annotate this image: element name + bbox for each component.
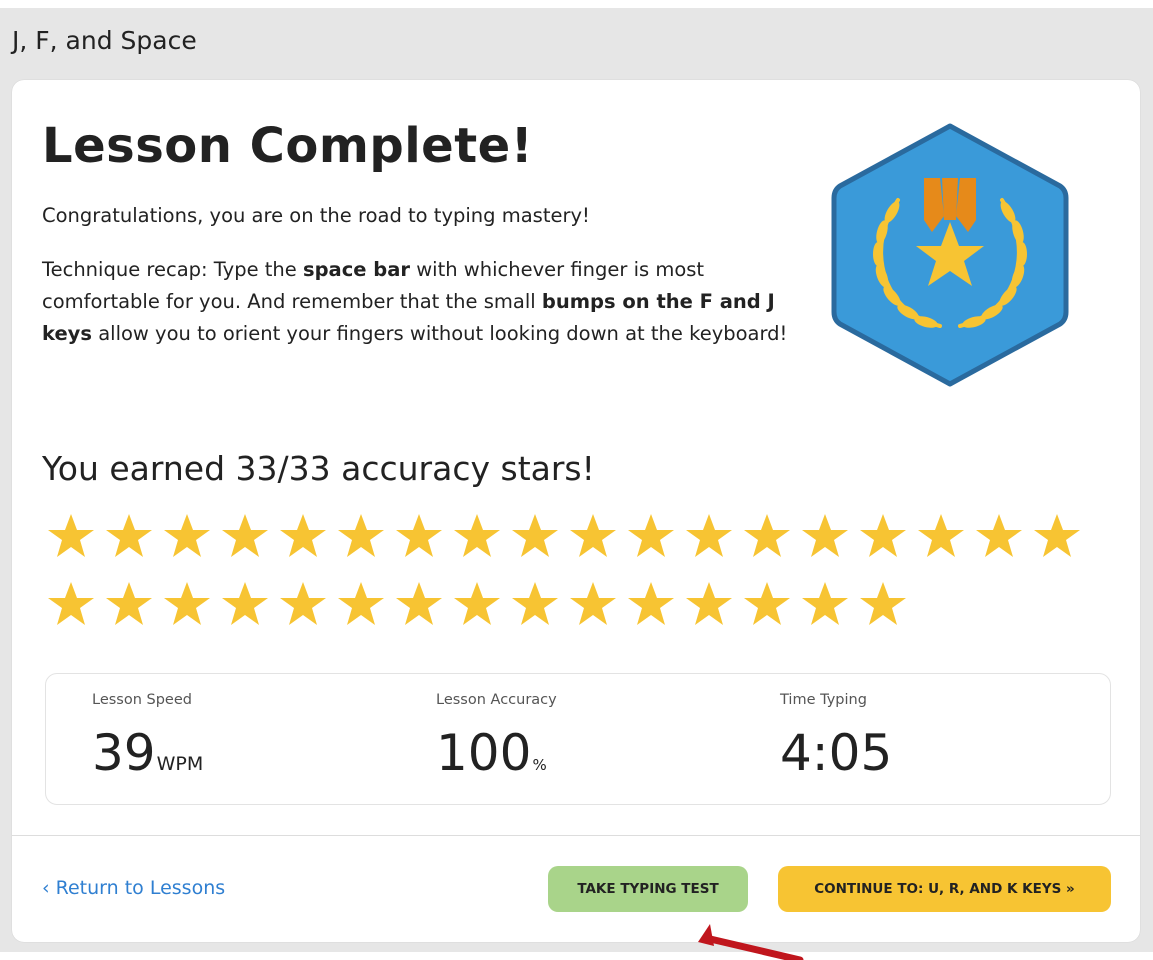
speed-number: 39 — [92, 724, 156, 782]
recap-text: Technique recap: Type the — [42, 258, 303, 281]
app-frame: J, F, and Space Lesson Complete! Congrat… — [0, 8, 1153, 960]
stat-accuracy-label: Lesson Accuracy — [436, 692, 557, 708]
accuracy-star-icon — [216, 510, 274, 562]
lesson-stats: Lesson Speed 39WPM Lesson Accuracy 100% … — [45, 673, 1111, 805]
accuracy-number: 100 — [436, 724, 532, 782]
accuracy-star-icon — [100, 510, 158, 562]
accuracy-star-icon — [912, 510, 970, 562]
recap-text: allow you to orient your fingers without… — [92, 322, 788, 345]
accuracy-star-icon — [854, 510, 912, 562]
continue-next-lesson-button[interactable]: CONTINUE TO: U, R, AND K KEYS » — [778, 866, 1111, 912]
accuracy-star-icon — [796, 510, 854, 562]
accuracy-star-icon — [738, 510, 796, 562]
accuracy-star-icon — [738, 578, 796, 630]
accuracy-star-icon — [158, 578, 216, 630]
stat-speed: Lesson Speed 39WPM — [92, 692, 203, 778]
accuracy-star-icon — [274, 510, 332, 562]
accuracy-star-icon — [390, 578, 448, 630]
accuracy-star-icon — [622, 510, 680, 562]
accuracy-star-icon — [680, 510, 738, 562]
accuracy-star-icon — [274, 578, 332, 630]
accuracy-star-icon — [564, 510, 622, 562]
stars-row-1 — [42, 510, 1086, 562]
accuracy-star-icon — [854, 578, 912, 630]
stat-speed-value: 39WPM — [92, 728, 203, 778]
congrats-text: Congratulations, you are on the road to … — [42, 204, 590, 227]
footer-divider — [12, 835, 1140, 836]
accuracy-star-icon — [506, 510, 564, 562]
accuracy-star-icon — [564, 578, 622, 630]
take-typing-test-button[interactable]: TAKE TYPING TEST — [548, 866, 748, 912]
stat-time-value: 4:05 — [780, 724, 893, 782]
technique-recap: Technique recap: Type the space bar with… — [42, 254, 802, 350]
accuracy-star-icon — [42, 578, 100, 630]
return-to-lessons-link[interactable]: ‹ Return to Lessons — [42, 879, 225, 898]
accuracy-star-icon — [1028, 510, 1086, 562]
stat-accuracy: Lesson Accuracy 100% — [436, 692, 557, 778]
accuracy-star-icon — [448, 578, 506, 630]
accuracy-star-icon — [100, 578, 158, 630]
recap-bold-space-bar: space bar — [302, 258, 411, 281]
accuracy-star-icon — [332, 510, 390, 562]
stat-speed-label: Lesson Speed — [92, 692, 192, 708]
accuracy-star-icon — [390, 510, 448, 562]
page-title: Lesson Complete! — [42, 118, 534, 174]
lesson-complete-card: Lesson Complete! Congratulations, you ar… — [12, 80, 1140, 942]
accuracy-star-icon — [448, 510, 506, 562]
window-title: J, F, and Space — [12, 26, 197, 55]
accuracy-star-icon — [42, 510, 100, 562]
speed-unit: WPM — [156, 753, 204, 775]
stat-time: Time Typing 4:05 — [780, 692, 892, 778]
accuracy-star-icon — [680, 578, 738, 630]
stat-accuracy-value: 100% — [436, 728, 557, 778]
accuracy-unit: % — [532, 756, 547, 774]
accuracy-star-icon — [332, 578, 390, 630]
stars-heading: You earned 33/33 accuracy stars! — [42, 449, 595, 488]
accuracy-star-icon — [216, 578, 274, 630]
red-arrow-icon — [698, 924, 804, 960]
accuracy-star-icon — [796, 578, 854, 630]
stat-time-label: Time Typing — [780, 692, 867, 708]
medal-laurel-badge-icon — [831, 123, 1069, 387]
accuracy-star-icon — [970, 510, 1028, 562]
stars-row-2 — [42, 578, 912, 630]
accuracy-star-icon — [158, 510, 216, 562]
accuracy-star-icon — [506, 578, 564, 630]
accuracy-star-icon — [622, 578, 680, 630]
